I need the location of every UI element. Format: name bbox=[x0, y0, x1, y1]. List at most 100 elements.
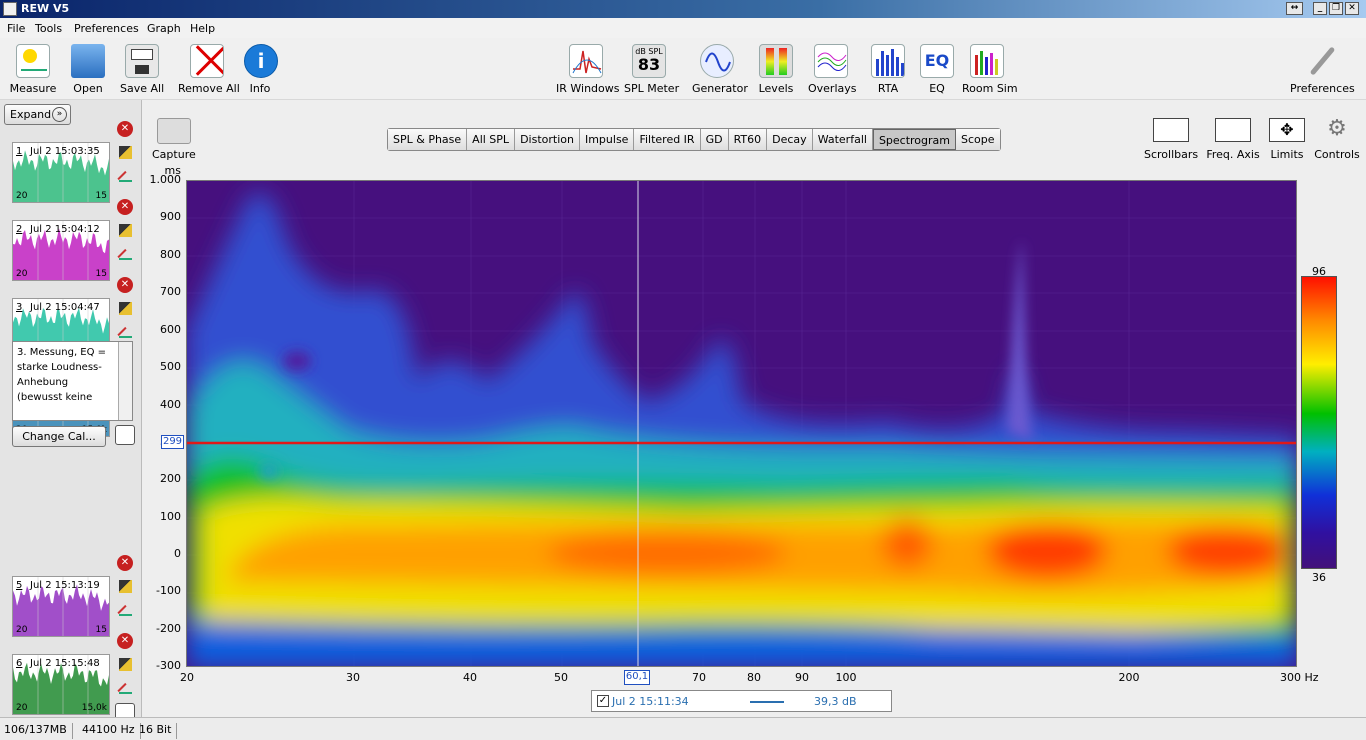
legend-line bbox=[750, 701, 784, 703]
levels-button[interactable]: Levels bbox=[758, 44, 794, 95]
y-tick-label: 700 bbox=[160, 285, 181, 298]
pencil-icon[interactable] bbox=[119, 603, 132, 616]
tab-rt60[interactable]: RT60 bbox=[728, 129, 768, 150]
spectrogram-plot[interactable] bbox=[186, 180, 1297, 667]
paint-icon[interactable] bbox=[119, 658, 132, 671]
close-button[interactable]: ✕ bbox=[1345, 2, 1359, 15]
close-measurement-icon[interactable]: ✕ bbox=[117, 121, 133, 137]
tab-scope[interactable]: Scope bbox=[956, 129, 1000, 150]
thumb-axis-max: 15 bbox=[95, 191, 107, 201]
controls-button[interactable]: ⚙ Controls bbox=[1314, 118, 1360, 162]
eq-icon: EQ bbox=[920, 44, 954, 78]
scrollbars-icon bbox=[1153, 118, 1189, 142]
overlays-icon bbox=[814, 44, 848, 78]
spl-meter-button[interactable]: dB SPL 83 SPL Meter bbox=[624, 44, 679, 95]
status-bar: 106/137MB 44100 Hz 16 Bit bbox=[0, 717, 1366, 740]
paint-icon[interactable] bbox=[119, 146, 132, 159]
x-tick-label: 20 bbox=[180, 671, 194, 684]
remove-all-button[interactable]: Remove All bbox=[178, 44, 240, 95]
x-cursor-readout: 60,1 bbox=[624, 670, 650, 685]
room-sim-button[interactable]: Room Sim bbox=[962, 44, 1018, 95]
tab-all-spl[interactable]: All SPL bbox=[467, 129, 516, 150]
tab-spectrogram[interactable]: Spectrogram bbox=[872, 129, 957, 150]
ir-windows-icon bbox=[569, 44, 603, 78]
menu-graph[interactable]: Graph bbox=[147, 22, 181, 35]
info-icon: i bbox=[244, 44, 278, 78]
close-measurement-icon[interactable]: ✕ bbox=[117, 555, 133, 571]
freq-axis-button[interactable]: Freq. Axis bbox=[1205, 118, 1261, 161]
pencil-icon[interactable] bbox=[119, 325, 132, 338]
menu-tools[interactable]: Tools bbox=[35, 22, 62, 35]
capture-button[interactable]: Capture bbox=[152, 118, 196, 161]
tab-spl-phase[interactable]: SPL & Phase bbox=[388, 129, 468, 150]
legend-checkbox[interactable]: ✓ bbox=[597, 695, 609, 707]
ir-windows-button[interactable]: IR Windows bbox=[556, 44, 620, 95]
pencil-icon[interactable] bbox=[119, 681, 132, 694]
x-tick-label: 40 bbox=[463, 671, 477, 684]
open-button[interactable]: Open bbox=[70, 44, 106, 95]
camera-icon bbox=[156, 118, 191, 144]
generator-button[interactable]: Generator bbox=[692, 44, 748, 95]
tab-distortion[interactable]: Distortion bbox=[515, 129, 580, 150]
close-measurement-icon[interactable]: ✕ bbox=[117, 199, 133, 215]
measurement-thumbnail[interactable]: 5 Jul 2 15:13:19 20 15 bbox=[12, 576, 110, 637]
color-scale-max: 96 bbox=[1312, 265, 1326, 278]
limits-button[interactable]: ✥ Limits bbox=[1268, 118, 1306, 161]
notes-icon[interactable] bbox=[115, 425, 135, 445]
measurement-notes[interactable]: 3. Messung, EQ = starke Loudness-Anhebun… bbox=[12, 341, 133, 421]
close-measurement-icon[interactable]: ✕ bbox=[117, 633, 133, 649]
paint-icon[interactable] bbox=[119, 224, 132, 237]
scrollbars-button[interactable]: Scrollbars bbox=[1144, 118, 1198, 161]
info-button[interactable]: i Info bbox=[244, 44, 278, 95]
pencil-icon[interactable] bbox=[119, 169, 132, 182]
overlays-button[interactable]: Overlays bbox=[808, 44, 857, 95]
y-tick-label: 1.000 bbox=[149, 173, 182, 186]
paint-icon[interactable] bbox=[119, 302, 132, 315]
status-sample-rate: 44100 Hz bbox=[82, 723, 141, 739]
wrench-icon bbox=[1305, 44, 1339, 78]
main-toolbar: Measure Open Save All Remove All i Info … bbox=[0, 38, 1366, 100]
menu-preferences[interactable]: Preferences bbox=[74, 22, 139, 35]
tab-decay[interactable]: Decay bbox=[767, 129, 813, 150]
menu-file[interactable]: File bbox=[7, 22, 25, 35]
status-memory: 106/137MB bbox=[4, 723, 73, 739]
thumb-axis-max: 15 bbox=[95, 625, 107, 635]
change-cal-button[interactable]: Change Cal... bbox=[12, 426, 106, 447]
preferences-button[interactable]: Preferences bbox=[1290, 44, 1355, 95]
app-icon bbox=[3, 2, 17, 16]
y-tick-label: -200 bbox=[156, 622, 181, 635]
measurement-thumbnail[interactable]: 6 Jul 2 15:15:48 20 15,0k bbox=[12, 654, 110, 715]
eq-button[interactable]: EQ EQ bbox=[920, 44, 954, 95]
measurement-date: Jul 2 15:03:35 bbox=[30, 146, 100, 157]
menu-help[interactable]: Help bbox=[190, 22, 215, 35]
notes-scrollbar[interactable] bbox=[118, 342, 132, 420]
y-tick-label: 500 bbox=[160, 360, 181, 373]
tab-impulse[interactable]: Impulse bbox=[579, 129, 635, 150]
resize-icon[interactable]: ↔ bbox=[1286, 2, 1303, 15]
measurement-thumbnail[interactable]: 2 Jul 2 15:04:12 20 15 bbox=[12, 220, 110, 281]
tab-waterfall[interactable]: Waterfall bbox=[812, 129, 873, 150]
x-tick-label: 100 bbox=[835, 671, 857, 684]
rta-button[interactable]: RTA bbox=[870, 44, 906, 95]
measurement-number: 5 bbox=[16, 580, 23, 591]
save-all-button[interactable]: Save All bbox=[120, 44, 164, 95]
paint-icon[interactable] bbox=[119, 580, 132, 593]
limits-icon: ✥ bbox=[1269, 118, 1305, 142]
x-tick-label: 30 bbox=[346, 671, 360, 684]
thumb-axis-max: 15 bbox=[95, 269, 107, 279]
measurement-date: Jul 2 15:13:19 bbox=[30, 580, 100, 591]
tab-filtered-ir[interactable]: Filtered IR bbox=[634, 129, 701, 150]
x-tick-label: 80 bbox=[747, 671, 761, 684]
close-measurement-icon[interactable]: ✕ bbox=[117, 277, 133, 293]
measure-button[interactable]: Measure bbox=[9, 44, 57, 95]
pencil-icon[interactable] bbox=[119, 247, 132, 260]
maximize-button[interactable]: ❐ bbox=[1329, 2, 1343, 15]
window-title: REW V5 bbox=[21, 2, 70, 15]
x-tick-label: 300 Hz bbox=[1280, 671, 1319, 684]
y-tick-label: 800 bbox=[160, 248, 181, 261]
tab-gd[interactable]: GD bbox=[700, 129, 729, 150]
measurement-thumbnail[interactable]: 1 Jul 2 15:03:35 20 15 bbox=[12, 142, 110, 203]
minimize-button[interactable]: _ bbox=[1313, 2, 1327, 15]
expand-button[interactable]: Expand» bbox=[4, 104, 71, 125]
color-scale-min: 36 bbox=[1312, 571, 1326, 584]
